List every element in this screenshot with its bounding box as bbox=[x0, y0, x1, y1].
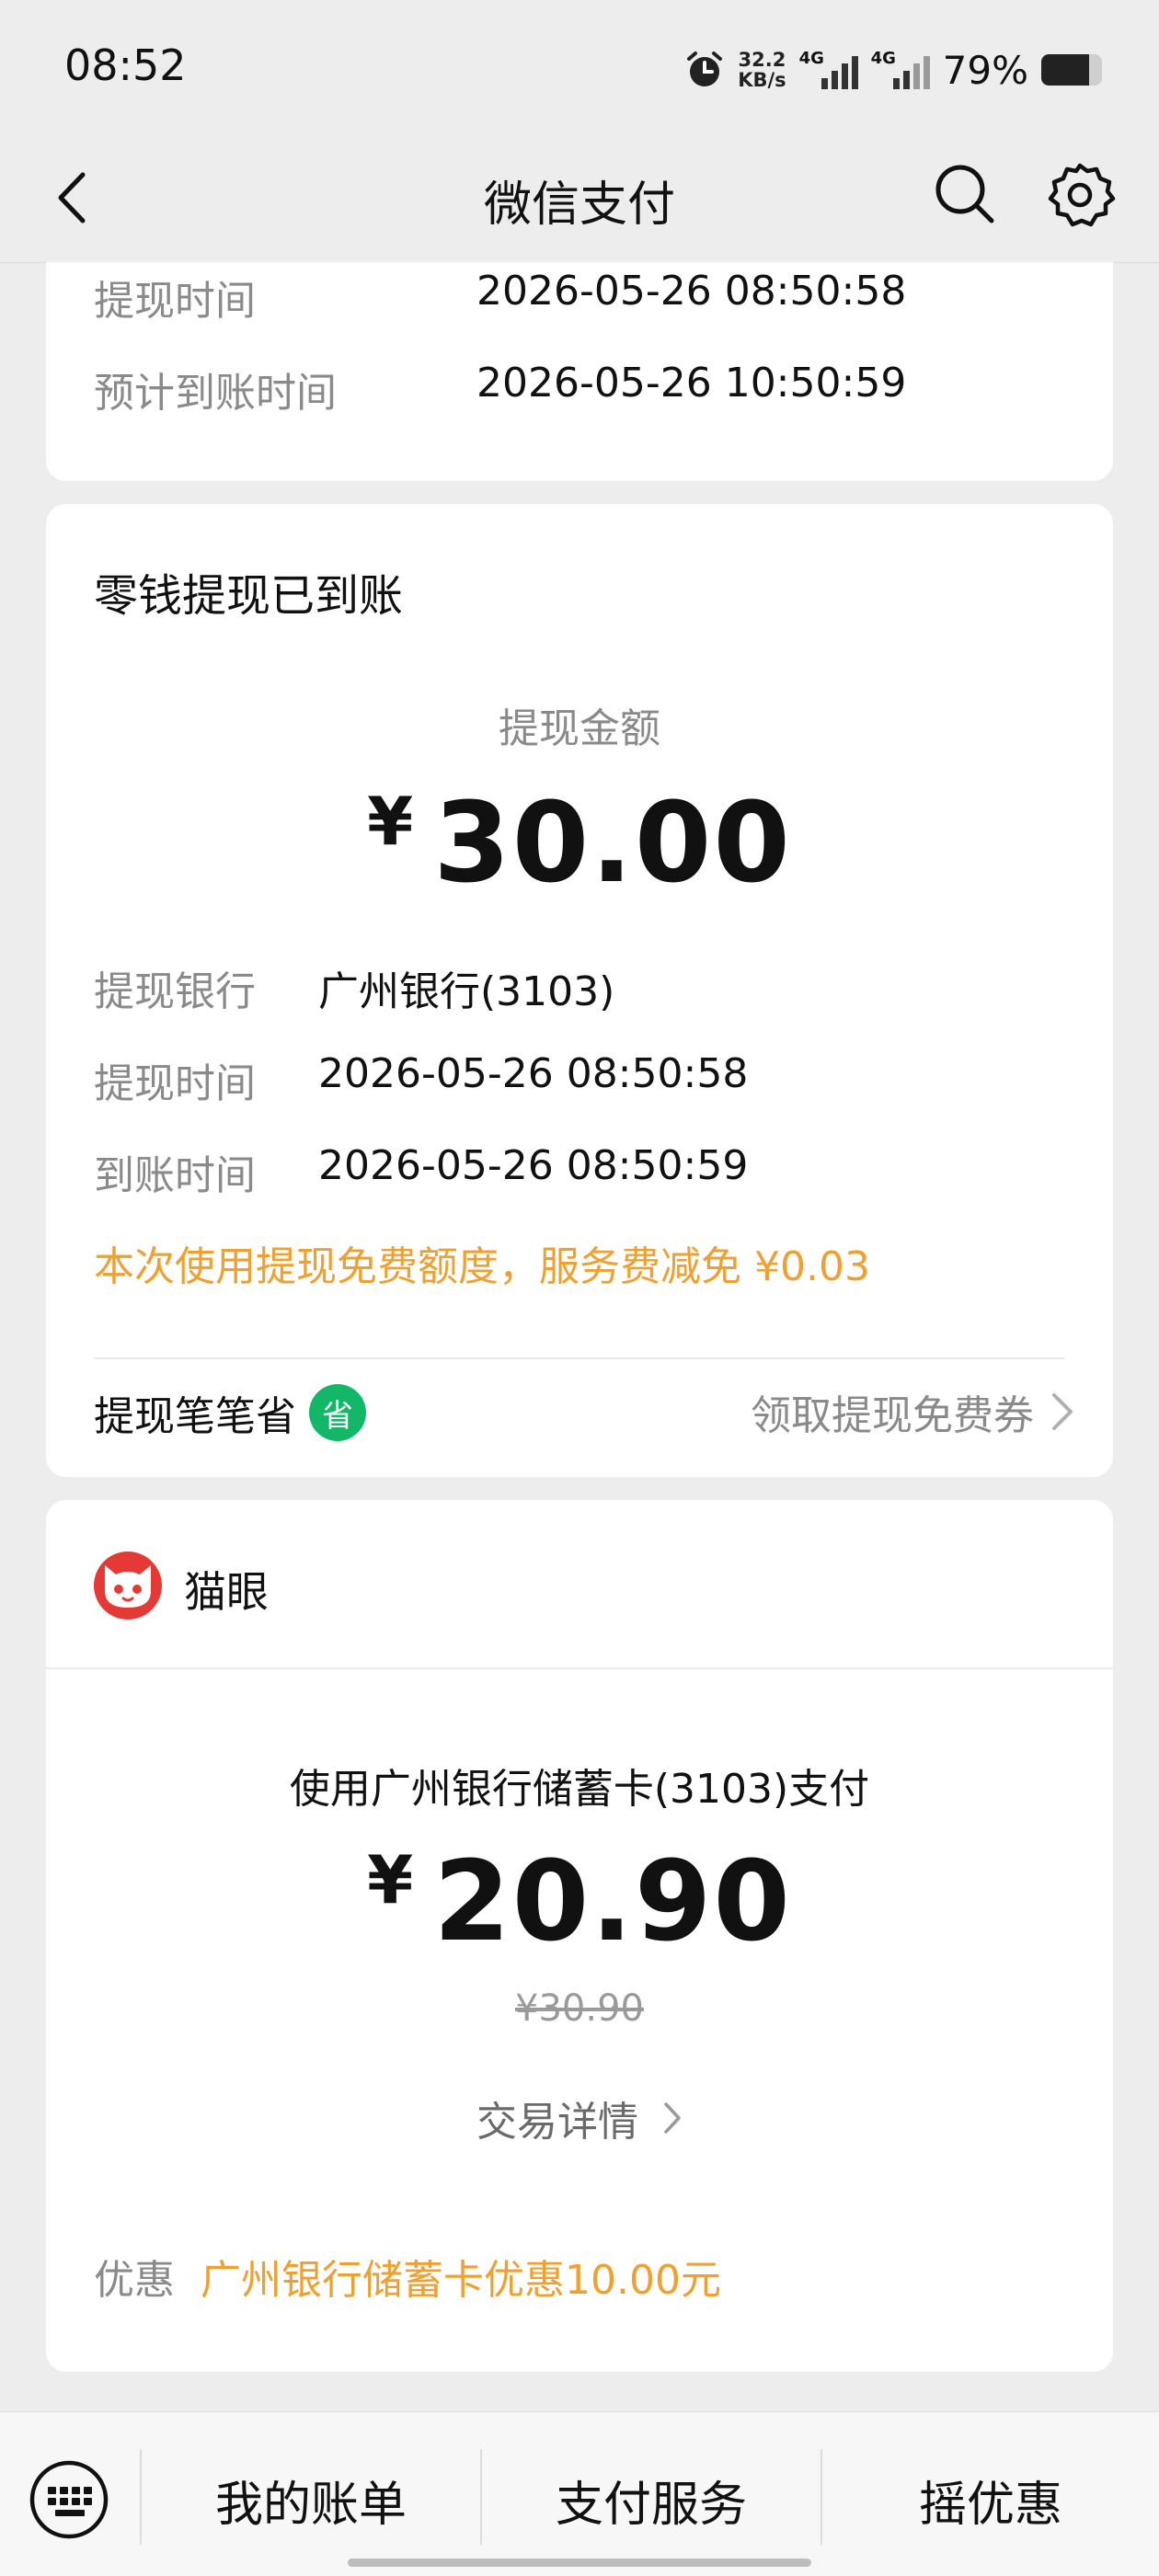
withdraw-amount: ¥30.00 bbox=[46, 780, 1113, 908]
currency-symbol: ¥ bbox=[367, 783, 414, 860]
discount-value: 广州银行储蓄卡优惠10.00元 bbox=[201, 2257, 721, 2304]
arrival-time-label: 到账时间 bbox=[94, 1152, 256, 1199]
amount-value: 30.00 bbox=[433, 780, 792, 908]
expected-arrival-value: 2026-05-26 10:50:59 bbox=[476, 360, 907, 406]
card-title: 零钱提现已到账 bbox=[94, 570, 404, 622]
battery-percent: 79% bbox=[942, 47, 1028, 93]
signal-sim2-icon: 4G bbox=[871, 49, 930, 91]
amount-label: 提现金额 bbox=[499, 705, 660, 752]
menu-shake-discount[interactable]: 摇优惠 bbox=[822, 2466, 1159, 2539]
bank-value: 广州银行(3103) bbox=[318, 968, 615, 1015]
withdraw-time-value: 2026-05-26 08:50:58 bbox=[318, 1050, 749, 1097]
chevron-right-icon bbox=[1052, 1393, 1073, 1430]
alarm-icon bbox=[687, 52, 723, 86]
withdraw-progress-card: 提现时间 2026-05-26 08:50:58 预计到账时间 2026-05-… bbox=[46, 262, 1113, 481]
transaction-detail-link[interactable]: 交易详情 bbox=[46, 2089, 1113, 2147]
battery-fill bbox=[1041, 54, 1090, 86]
save-badge-icon: 省 bbox=[309, 1384, 366, 1441]
bank-label: 提现银行 bbox=[94, 968, 256, 1015]
keyboard-icon[interactable] bbox=[28, 2458, 110, 2541]
divider bbox=[46, 1667, 1113, 1669]
nav-bar: 微信支付 bbox=[0, 138, 1159, 263]
network-speed: 32.2 KB/s bbox=[738, 50, 786, 90]
payment-method: 使用广州银行储蓄卡(3103)支付 bbox=[289, 1766, 870, 1813]
home-indicator[interactable] bbox=[348, 2559, 811, 2567]
gear-icon[interactable] bbox=[1043, 158, 1117, 232]
status-icons: 32.2 KB/s 4G 4G 79% bbox=[684, 42, 1102, 97]
discount-row: 优惠 广州银行储蓄卡优惠10.00元 bbox=[94, 2247, 721, 2306]
amount-value: 20.90 bbox=[433, 1838, 792, 1966]
maoyan-logo-icon bbox=[94, 1551, 162, 1620]
arrival-time-value: 2026-05-26 08:50:59 bbox=[318, 1142, 749, 1189]
fee-waiver-notice: 本次使用提现免费额度，服务费减免 ¥0.03 bbox=[94, 1243, 870, 1290]
bottom-menu-bar: 我的账单 支付服务 摇优惠 bbox=[0, 2411, 1159, 2576]
expected-arrival-label: 预计到账时间 bbox=[94, 370, 337, 417]
withdraw-time-value: 2026-05-26 08:50:58 bbox=[476, 268, 907, 315]
menu-payment-services[interactable]: 支付服务 bbox=[482, 2466, 820, 2539]
divider bbox=[94, 1357, 1065, 1359]
network-speed-value: 32.2 bbox=[738, 49, 786, 71]
withdraw-arrived-card: 零钱提现已到账 提现金额 ¥30.00 提现银行 广州银行(3103) 提现时间… bbox=[46, 504, 1113, 1477]
merchant-payment-card: 猫眼 使用广州银行储蓄卡(3103)支付 ¥20.90 ¥30.90 交易详情 … bbox=[46, 1500, 1113, 2372]
network-speed-unit: KB/s bbox=[738, 69, 786, 91]
original-price: ¥30.90 bbox=[515, 1987, 644, 2030]
coupon-link-label: 领取提现免费券 bbox=[751, 1392, 1034, 1439]
save-label: 提现笔笔省 bbox=[94, 1393, 296, 1440]
discount-label: 优惠 bbox=[94, 2257, 175, 2304]
save-promo: 提现笔笔省 省 bbox=[94, 1383, 366, 1442]
battery-icon bbox=[1041, 54, 1102, 86]
status-time: 08:52 bbox=[64, 40, 187, 90]
detail-link-label: 交易详情 bbox=[476, 2099, 638, 2146]
status-bar: 08:52 32.2 KB/s 4G 4G 79% bbox=[0, 0, 1159, 138]
withdraw-time-label: 提现时间 bbox=[94, 1060, 256, 1107]
withdraw-time-label: 提现时间 bbox=[94, 278, 256, 325]
merchant-name: 猫眼 bbox=[184, 1567, 269, 1617]
signal-sim1-icon: 4G bbox=[799, 49, 858, 91]
search-icon[interactable] bbox=[929, 158, 999, 228]
get-free-coupon-link[interactable]: 领取提现免费券 bbox=[751, 1383, 1074, 1440]
payment-amount: ¥20.90 bbox=[46, 1838, 1113, 1966]
chevron-right-icon bbox=[664, 2102, 681, 2134]
menu-my-bills[interactable]: 我的账单 bbox=[142, 2466, 480, 2539]
currency-symbol: ¥ bbox=[367, 1841, 414, 1918]
